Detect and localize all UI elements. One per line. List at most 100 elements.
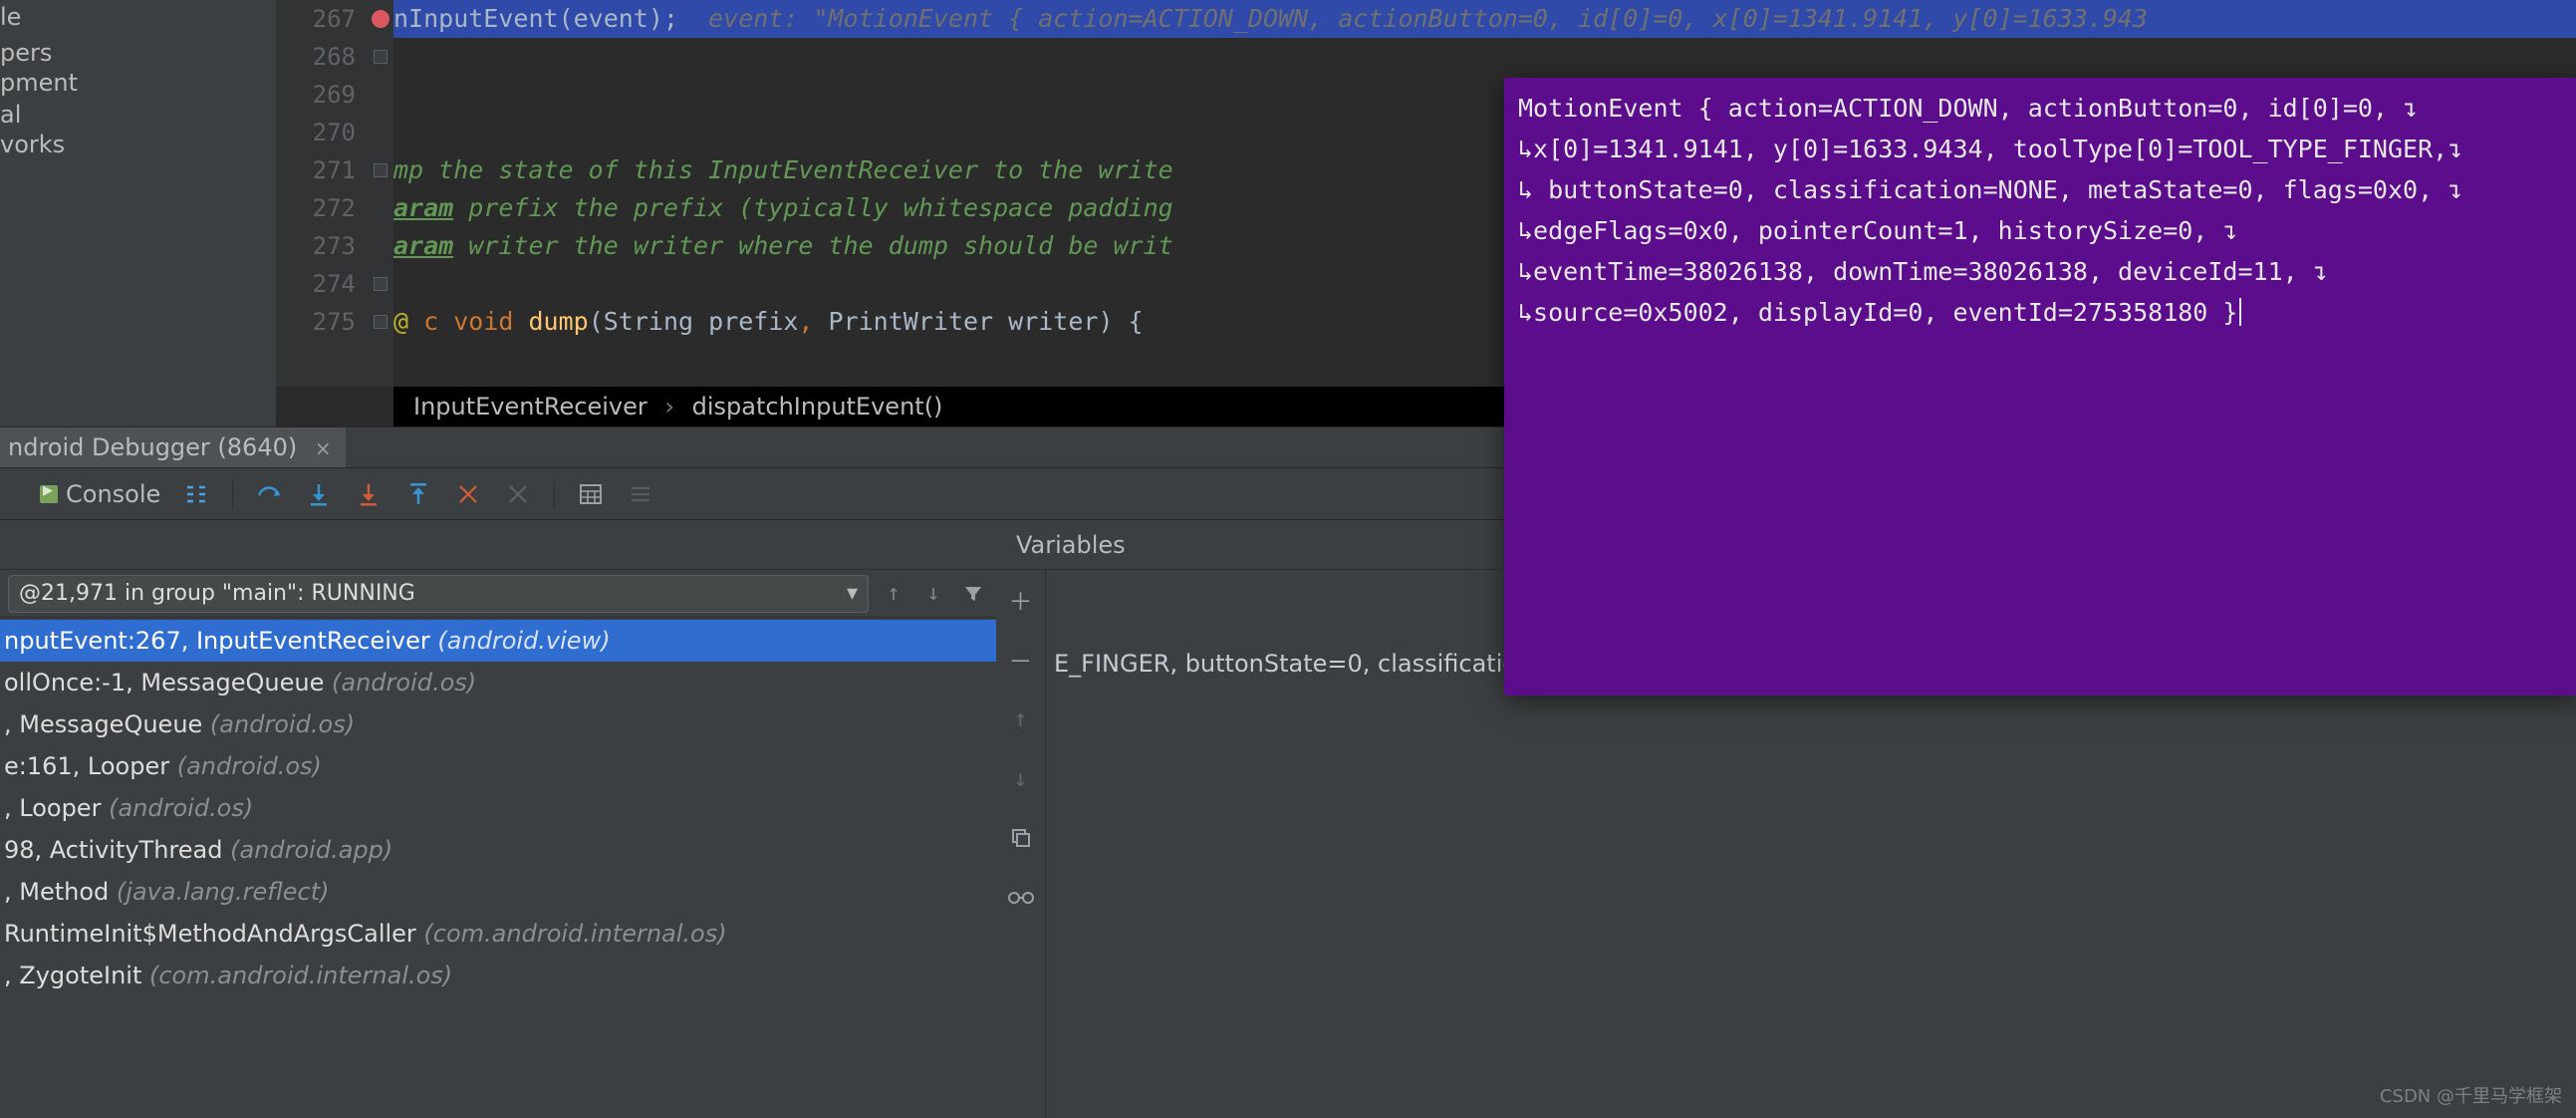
frame-label: 98, ActivityThread [4,836,230,864]
code-line[interactable] [393,38,2576,76]
run-to-cursor-icon[interactable] [504,480,532,508]
arrow-up-icon[interactable]: ↑ [1006,703,1036,733]
tree-item[interactable]: vorks [0,130,276,159]
punct: , [798,307,828,336]
frames-list[interactable]: nputEvent:267, InputEventReceiver (andro… [0,618,996,996]
evaluate-popup[interactable]: MotionEvent { action=ACTION_DOWN, action… [1504,78,2576,696]
line-number: 268 [276,38,356,76]
evaluate-expression-icon[interactable] [577,480,605,508]
separator [554,479,555,509]
thread-selector[interactable]: @21,971 in group "main": RUNNING [8,575,869,613]
breadcrumb-item[interactable]: dispatchInputEvent() [692,393,943,420]
javadoc-text: prefix the prefix (typically whitespace … [453,193,1172,222]
console-label: Console [66,480,160,508]
chevron-right-icon: › [654,393,684,420]
line-number: 269 [276,76,356,114]
glasses-icon[interactable] [1006,883,1036,913]
annotation-icon: @ [393,307,408,336]
tree-item[interactable]: pers [0,38,276,68]
stack-frame[interactable]: 98, ActivityThread (android.app) [0,829,996,871]
frame-package: (android.os) [177,752,322,780]
javadoc-tag: aram [393,193,453,222]
javadoc-text: mp the state of this InputEventReceiver … [393,155,1173,184]
frame-package: (java.lang.reflect) [117,878,330,906]
step-out-icon[interactable] [404,480,432,508]
fold-toggle-icon[interactable] [374,50,387,64]
thread-selector-row: @21,971 in group "main": RUNNING ↑ ↓ [0,570,996,618]
method-name: dump [528,307,588,336]
tree-item[interactable]: pment [0,68,276,98]
frame-label: , Method [4,878,117,906]
frame-label: RuntimeInit$MethodAndArgsCaller [4,920,423,948]
stack-frame[interactable]: nputEvent:267, InputEventReceiver (andro… [0,620,996,662]
javadoc-text: writer the writer where the dump should … [453,231,1172,260]
frame-label: nputEvent:267, InputEventReceiver [4,627,437,655]
add-watch-icon[interactable]: ＋ [1006,584,1036,614]
frame-package: (com.android.internal.os) [423,920,726,948]
variables-toolbar: ＋ － ↑ ↓ [996,570,1046,1118]
breadcrumb-item[interactable]: InputEventReceiver [413,393,647,420]
param: PrintWriter writer) { [829,307,1144,336]
line-number: 271 [276,151,356,189]
frame-package: (android.os) [332,669,476,697]
frames-header [0,520,996,570]
thread-view-icon[interactable] [182,480,210,508]
project-tree-sliver: le pers pment al vorks [0,0,276,426]
arrow-down-icon[interactable]: ↓ [1006,763,1036,793]
popup-text: MotionEvent { action=ACTION_DOWN, action… [1518,94,2462,327]
frame-package: (android.app) [230,836,392,864]
console-icon [40,485,58,503]
stack-frame[interactable]: e:161, Looper (android.os) [0,745,996,787]
frame-package: (com.android.internal.os) [149,962,452,989]
arrow-up-icon[interactable]: ↑ [879,579,908,609]
frame-label: , Looper [4,794,109,822]
separator [232,479,233,509]
stack-frame[interactable]: RuntimeInit$MethodAndArgsCaller (com.and… [0,913,996,955]
fold-toggle-icon[interactable] [374,315,387,329]
arrow-down-icon[interactable]: ↓ [918,579,948,609]
frames-pane: @21,971 in group "main": RUNNING ↑ ↓ npu… [0,520,996,1118]
duplicate-icon[interactable] [1006,823,1036,853]
stack-frame[interactable]: , Looper (android.os) [0,787,996,829]
stack-frame[interactable]: ollOnce:-1, MessageQueue (android.os) [0,662,996,703]
stack-frame[interactable]: , Method (java.lang.reflect) [0,871,996,913]
step-over-icon[interactable] [255,480,283,508]
trace-current-stream-icon[interactable] [627,480,654,508]
frame-label: , ZygoteInit [4,962,149,989]
stack-frame[interactable]: , MessageQueue (android.os) [0,703,996,745]
tree-item[interactable]: le [0,2,276,32]
console-tab[interactable]: Console [40,480,160,508]
frame-label: ollOnce:-1, MessageQueue [4,669,332,697]
frame-package: (android.os) [109,794,253,822]
debug-session-tab[interactable]: ndroid Debugger (8640) × [0,427,346,467]
force-step-into-icon[interactable] [355,480,383,508]
tree-item[interactable]: al [0,100,276,130]
text-cursor [2239,298,2241,326]
filter-icon[interactable] [958,579,988,609]
code-text: nInputEvent(event); [393,4,678,33]
breakpoint-icon[interactable] [372,10,389,28]
fold-toggle-icon[interactable] [374,277,387,291]
param: (String prefix [589,307,799,336]
line-number: 272 [276,189,356,227]
line-number: 270 [276,114,356,151]
line-number: 273 [276,227,356,265]
frame-package: (android.view) [437,627,610,655]
step-into-icon[interactable] [305,480,333,508]
line-number: 274 [276,265,356,303]
close-icon[interactable]: × [305,436,332,460]
code-line[interactable]: nInputEvent(event); event: "MotionEvent … [393,0,2576,38]
keyword: c void [423,307,528,336]
tab-label: ndroid Debugger (8640) [8,433,297,461]
line-number-gutter: 267 268 269 270 271 272 273 274 275 [276,0,368,387]
drop-frame-icon[interactable] [454,480,482,508]
remove-watch-icon[interactable]: － [1006,644,1036,674]
stack-frame[interactable]: , ZygoteInit (com.android.internal.os) [0,955,996,996]
line-number: 275 [276,303,356,341]
fold-toggle-icon[interactable] [374,163,387,177]
inline-value-hint: event: "MotionEvent { action=ACTION_DOWN… [678,4,2148,33]
watermark: CSDN @千里马学框架 [2380,1082,2562,1108]
gutter-icon-strip [368,0,393,387]
frame-label: , MessageQueue [4,710,210,738]
line-number: 267 [276,0,356,38]
